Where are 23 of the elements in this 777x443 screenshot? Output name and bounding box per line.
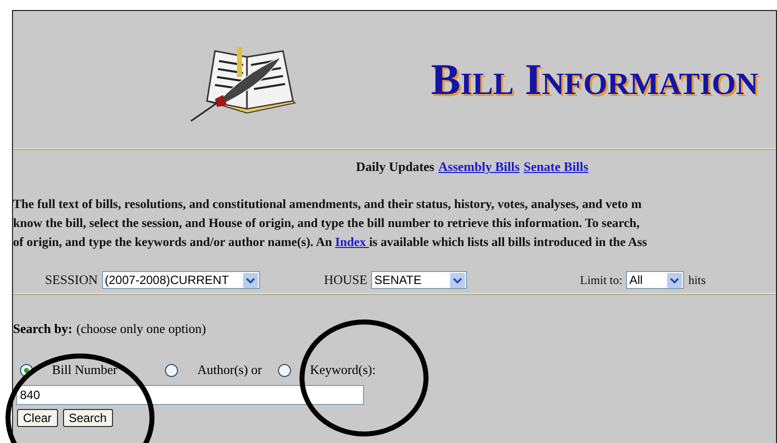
- dropdown[interactable]: SENATE: [371, 271, 468, 289]
- dropdown[interactable]: All: [626, 271, 684, 289]
- filter-label: SESSION: [45, 272, 98, 288]
- radio-button[interactable]: [165, 364, 178, 376]
- filter-label: HOUSE: [324, 272, 368, 288]
- daily-updates-label: Daily Updates: [356, 159, 434, 175]
- search-input-field[interactable]: 840: [16, 385, 364, 405]
- radio-label: Keyword(s):: [310, 362, 376, 378]
- page-title: Bill Information: [431, 54, 758, 105]
- radio-label: Author(s) or: [197, 362, 262, 378]
- index-link[interactable]: Index: [335, 235, 370, 249]
- form-button[interactable]: Clear: [17, 409, 58, 427]
- filter-suffix: hits: [688, 272, 706, 288]
- intro-paragraph: The full text of bills, resolutions, and constitutional amendments, and their status, history, votes, analyses, and veto m know the bill, select the session, and House of origin, and type the bill number to retrieve this information. To search, of origin, and type the keywords and/or author name(s). An Index is available which lists all bills introduced in the Ass: [13, 196, 648, 251]
- daily-updates-link[interactable]: Senate Bills: [524, 159, 588, 175]
- filter-label: Limit to:: [580, 272, 622, 288]
- search-by-hint: (choose only one option): [76, 321, 206, 337]
- daily-updates-link[interactable]: Assembly Bills: [438, 159, 520, 175]
- dropdown[interactable]: (2007-2008)CURRENT: [102, 271, 260, 289]
- search-by-label: Search by:: [13, 321, 72, 337]
- form-button[interactable]: Search: [62, 409, 113, 427]
- radio-label: Bill Number: [52, 362, 118, 378]
- radio-button[interactable]: [278, 364, 291, 376]
